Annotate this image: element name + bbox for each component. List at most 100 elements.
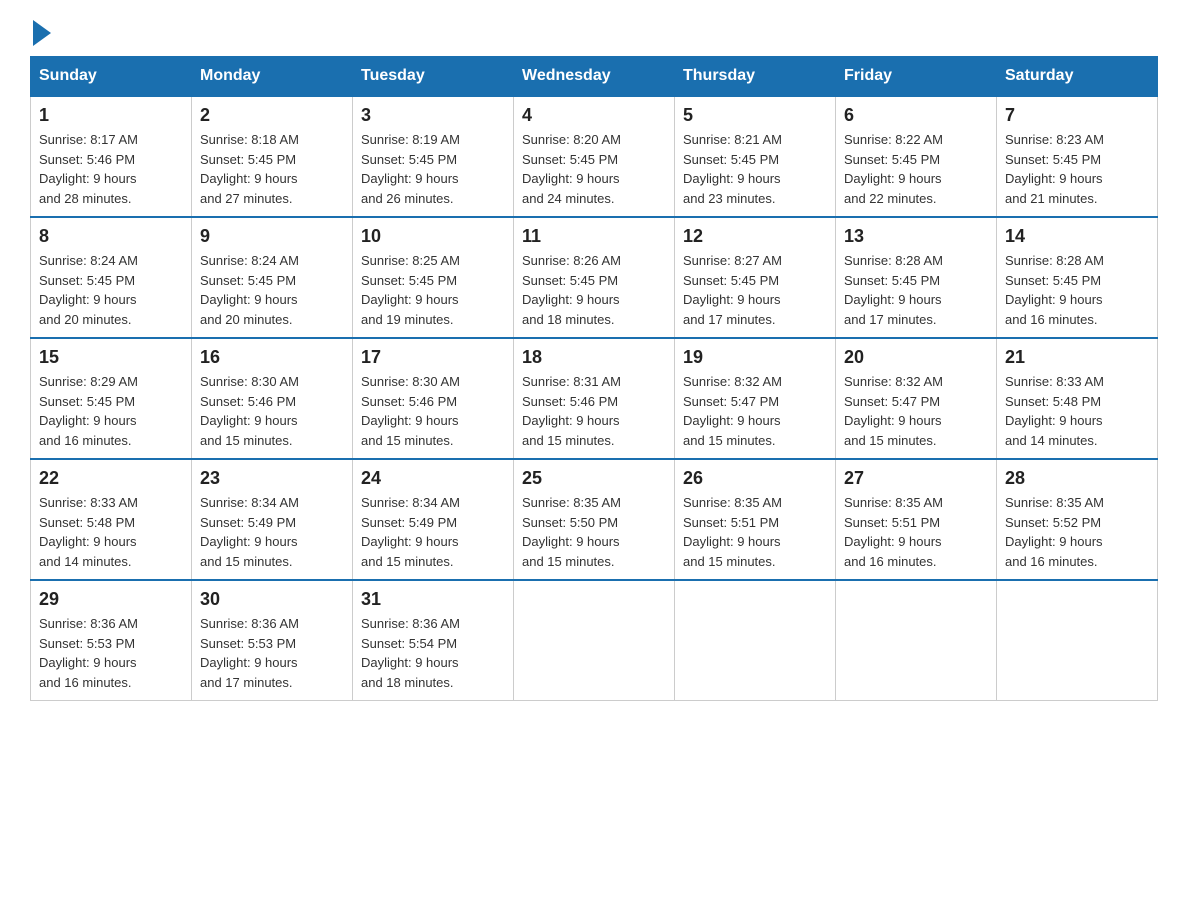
day-info: Sunrise: 8:28 AM Sunset: 5:45 PM Dayligh… xyxy=(844,251,988,329)
calendar-cell: 6 Sunrise: 8:22 AM Sunset: 5:45 PM Dayli… xyxy=(836,96,997,217)
day-info: Sunrise: 8:31 AM Sunset: 5:46 PM Dayligh… xyxy=(522,372,666,450)
calendar-cell: 25 Sunrise: 8:35 AM Sunset: 5:50 PM Dayl… xyxy=(514,459,675,580)
day-info: Sunrise: 8:32 AM Sunset: 5:47 PM Dayligh… xyxy=(844,372,988,450)
day-number: 31 xyxy=(361,589,505,610)
calendar-week-row: 22 Sunrise: 8:33 AM Sunset: 5:48 PM Dayl… xyxy=(31,459,1158,580)
day-info: Sunrise: 8:35 AM Sunset: 5:51 PM Dayligh… xyxy=(683,493,827,571)
day-info: Sunrise: 8:35 AM Sunset: 5:50 PM Dayligh… xyxy=(522,493,666,571)
calendar-cell xyxy=(675,580,836,701)
header-wednesday: Wednesday xyxy=(514,57,675,97)
day-info: Sunrise: 8:33 AM Sunset: 5:48 PM Dayligh… xyxy=(1005,372,1149,450)
day-number: 17 xyxy=(361,347,505,368)
day-info: Sunrise: 8:24 AM Sunset: 5:45 PM Dayligh… xyxy=(39,251,183,329)
calendar-cell: 13 Sunrise: 8:28 AM Sunset: 5:45 PM Dayl… xyxy=(836,217,997,338)
header-saturday: Saturday xyxy=(997,57,1158,97)
day-number: 29 xyxy=(39,589,183,610)
calendar-cell: 5 Sunrise: 8:21 AM Sunset: 5:45 PM Dayli… xyxy=(675,96,836,217)
day-info: Sunrise: 8:27 AM Sunset: 5:45 PM Dayligh… xyxy=(683,251,827,329)
calendar-cell: 28 Sunrise: 8:35 AM Sunset: 5:52 PM Dayl… xyxy=(997,459,1158,580)
day-number: 27 xyxy=(844,468,988,489)
day-info: Sunrise: 8:24 AM Sunset: 5:45 PM Dayligh… xyxy=(200,251,344,329)
day-info: Sunrise: 8:35 AM Sunset: 5:52 PM Dayligh… xyxy=(1005,493,1149,571)
day-info: Sunrise: 8:28 AM Sunset: 5:45 PM Dayligh… xyxy=(1005,251,1149,329)
calendar-cell: 18 Sunrise: 8:31 AM Sunset: 5:46 PM Dayl… xyxy=(514,338,675,459)
day-info: Sunrise: 8:36 AM Sunset: 5:53 PM Dayligh… xyxy=(200,614,344,692)
calendar-cell: 31 Sunrise: 8:36 AM Sunset: 5:54 PM Dayl… xyxy=(353,580,514,701)
day-info: Sunrise: 8:17 AM Sunset: 5:46 PM Dayligh… xyxy=(39,130,183,208)
day-number: 23 xyxy=(200,468,344,489)
day-number: 25 xyxy=(522,468,666,489)
calendar-header-row: Sunday Monday Tuesday Wednesday Thursday… xyxy=(31,57,1158,97)
day-info: Sunrise: 8:35 AM Sunset: 5:51 PM Dayligh… xyxy=(844,493,988,571)
day-info: Sunrise: 8:18 AM Sunset: 5:45 PM Dayligh… xyxy=(200,130,344,208)
day-number: 19 xyxy=(683,347,827,368)
calendar-cell: 15 Sunrise: 8:29 AM Sunset: 5:45 PM Dayl… xyxy=(31,338,192,459)
calendar-week-row: 8 Sunrise: 8:24 AM Sunset: 5:45 PM Dayli… xyxy=(31,217,1158,338)
day-info: Sunrise: 8:26 AM Sunset: 5:45 PM Dayligh… xyxy=(522,251,666,329)
calendar-cell: 12 Sunrise: 8:27 AM Sunset: 5:45 PM Dayl… xyxy=(675,217,836,338)
logo-triangle-icon xyxy=(33,20,51,46)
calendar-cell: 24 Sunrise: 8:34 AM Sunset: 5:49 PM Dayl… xyxy=(353,459,514,580)
day-info: Sunrise: 8:30 AM Sunset: 5:46 PM Dayligh… xyxy=(361,372,505,450)
calendar-cell: 9 Sunrise: 8:24 AM Sunset: 5:45 PM Dayli… xyxy=(192,217,353,338)
day-number: 18 xyxy=(522,347,666,368)
day-number: 24 xyxy=(361,468,505,489)
day-number: 15 xyxy=(39,347,183,368)
day-info: Sunrise: 8:19 AM Sunset: 5:45 PM Dayligh… xyxy=(361,130,505,208)
day-number: 8 xyxy=(39,226,183,247)
calendar-cell: 11 Sunrise: 8:26 AM Sunset: 5:45 PM Dayl… xyxy=(514,217,675,338)
day-info: Sunrise: 8:34 AM Sunset: 5:49 PM Dayligh… xyxy=(200,493,344,571)
calendar-week-row: 1 Sunrise: 8:17 AM Sunset: 5:46 PM Dayli… xyxy=(31,96,1158,217)
calendar-cell: 17 Sunrise: 8:30 AM Sunset: 5:46 PM Dayl… xyxy=(353,338,514,459)
calendar-cell: 27 Sunrise: 8:35 AM Sunset: 5:51 PM Dayl… xyxy=(836,459,997,580)
day-number: 1 xyxy=(39,105,183,126)
calendar-cell: 7 Sunrise: 8:23 AM Sunset: 5:45 PM Dayli… xyxy=(997,96,1158,217)
header-thursday: Thursday xyxy=(675,57,836,97)
day-number: 13 xyxy=(844,226,988,247)
day-number: 22 xyxy=(39,468,183,489)
calendar-cell: 23 Sunrise: 8:34 AM Sunset: 5:49 PM Dayl… xyxy=(192,459,353,580)
day-number: 14 xyxy=(1005,226,1149,247)
day-number: 9 xyxy=(200,226,344,247)
day-number: 20 xyxy=(844,347,988,368)
day-info: Sunrise: 8:30 AM Sunset: 5:46 PM Dayligh… xyxy=(200,372,344,450)
calendar-week-row: 29 Sunrise: 8:36 AM Sunset: 5:53 PM Dayl… xyxy=(31,580,1158,701)
day-number: 6 xyxy=(844,105,988,126)
calendar-cell xyxy=(997,580,1158,701)
calendar-cell: 2 Sunrise: 8:18 AM Sunset: 5:45 PM Dayli… xyxy=(192,96,353,217)
day-number: 3 xyxy=(361,105,505,126)
calendar-cell: 14 Sunrise: 8:28 AM Sunset: 5:45 PM Dayl… xyxy=(997,217,1158,338)
day-number: 10 xyxy=(361,226,505,247)
header-tuesday: Tuesday xyxy=(353,57,514,97)
calendar-cell xyxy=(836,580,997,701)
day-info: Sunrise: 8:25 AM Sunset: 5:45 PM Dayligh… xyxy=(361,251,505,329)
day-number: 28 xyxy=(1005,468,1149,489)
day-number: 7 xyxy=(1005,105,1149,126)
calendar-cell: 30 Sunrise: 8:36 AM Sunset: 5:53 PM Dayl… xyxy=(192,580,353,701)
calendar-cell: 8 Sunrise: 8:24 AM Sunset: 5:45 PM Dayli… xyxy=(31,217,192,338)
calendar-cell xyxy=(514,580,675,701)
calendar-cell: 19 Sunrise: 8:32 AM Sunset: 5:47 PM Dayl… xyxy=(675,338,836,459)
calendar-cell: 16 Sunrise: 8:30 AM Sunset: 5:46 PM Dayl… xyxy=(192,338,353,459)
calendar-cell: 20 Sunrise: 8:32 AM Sunset: 5:47 PM Dayl… xyxy=(836,338,997,459)
page-header xyxy=(30,20,1158,46)
day-info: Sunrise: 8:36 AM Sunset: 5:54 PM Dayligh… xyxy=(361,614,505,692)
calendar-cell: 29 Sunrise: 8:36 AM Sunset: 5:53 PM Dayl… xyxy=(31,580,192,701)
day-number: 21 xyxy=(1005,347,1149,368)
calendar-cell: 26 Sunrise: 8:35 AM Sunset: 5:51 PM Dayl… xyxy=(675,459,836,580)
day-number: 4 xyxy=(522,105,666,126)
day-number: 12 xyxy=(683,226,827,247)
day-info: Sunrise: 8:23 AM Sunset: 5:45 PM Dayligh… xyxy=(1005,130,1149,208)
day-info: Sunrise: 8:34 AM Sunset: 5:49 PM Dayligh… xyxy=(361,493,505,571)
calendar-week-row: 15 Sunrise: 8:29 AM Sunset: 5:45 PM Dayl… xyxy=(31,338,1158,459)
day-info: Sunrise: 8:32 AM Sunset: 5:47 PM Dayligh… xyxy=(683,372,827,450)
day-info: Sunrise: 8:29 AM Sunset: 5:45 PM Dayligh… xyxy=(39,372,183,450)
header-monday: Monday xyxy=(192,57,353,97)
day-info: Sunrise: 8:22 AM Sunset: 5:45 PM Dayligh… xyxy=(844,130,988,208)
calendar-table: Sunday Monday Tuesday Wednesday Thursday… xyxy=(30,56,1158,701)
calendar-cell: 4 Sunrise: 8:20 AM Sunset: 5:45 PM Dayli… xyxy=(514,96,675,217)
header-friday: Friday xyxy=(836,57,997,97)
day-number: 2 xyxy=(200,105,344,126)
day-info: Sunrise: 8:33 AM Sunset: 5:48 PM Dayligh… xyxy=(39,493,183,571)
calendar-cell: 10 Sunrise: 8:25 AM Sunset: 5:45 PM Dayl… xyxy=(353,217,514,338)
